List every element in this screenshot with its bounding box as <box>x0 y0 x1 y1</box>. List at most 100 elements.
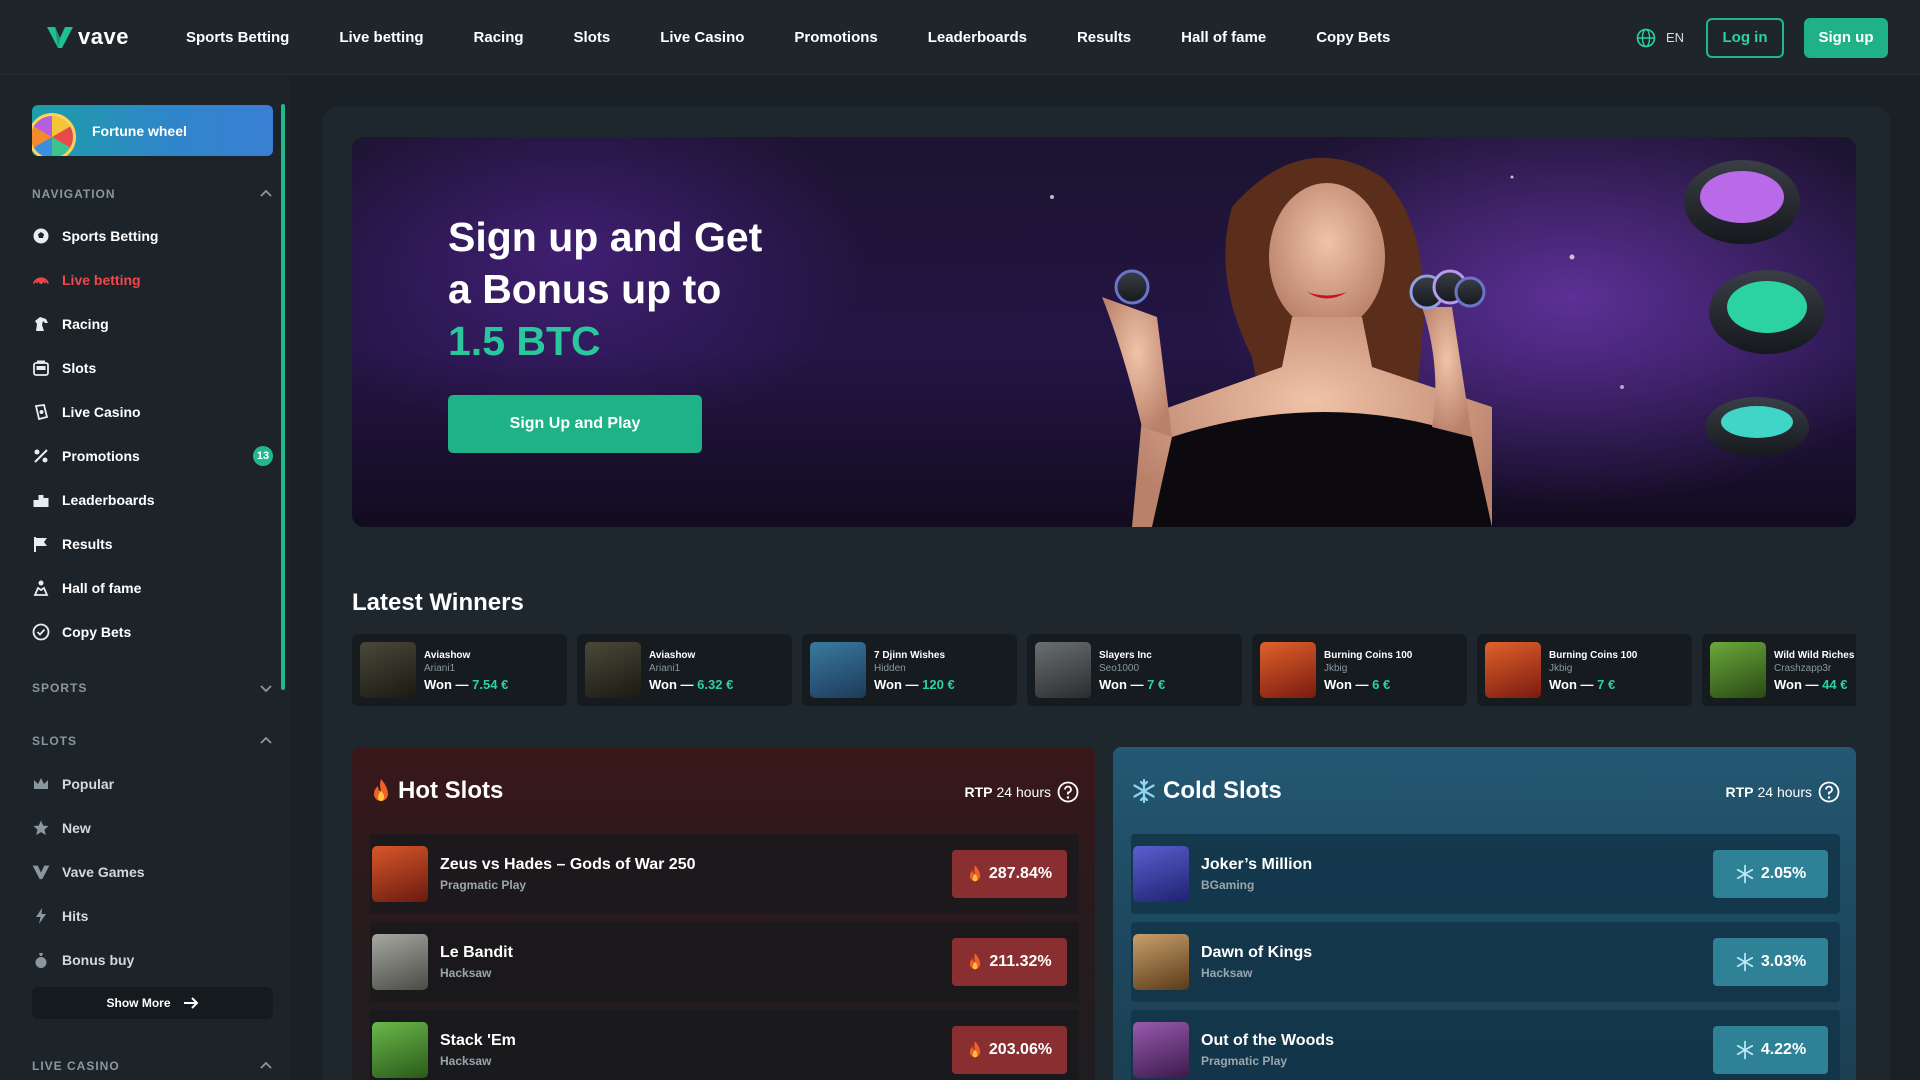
hot-rtp-badge[interactable]: 287.84% <box>952 850 1067 898</box>
winner-won-label: Won — <box>424 677 469 692</box>
cold-rtp-badge[interactable]: 3.03% <box>1713 938 1828 986</box>
sidebar-item-sports-betting[interactable]: Sports Betting <box>32 221 273 251</box>
topnav-promotions[interactable]: Promotions <box>794 29 877 46</box>
winner-game-name: Slayers Inc <box>1099 650 1152 661</box>
winner-card[interactable]: Aviashow Ariani1 Won — 6.32 € <box>577 634 792 706</box>
cold-slot-row[interactable]: Dawn of Kings Hacksaw 3.03% <box>1131 922 1840 1002</box>
slot-name: Le Bandit <box>440 944 513 961</box>
language-selector[interactable]: EN <box>1636 28 1684 48</box>
sidebar-item-racing[interactable]: Racing <box>32 309 273 339</box>
topnav-copy-bets[interactable]: Copy Bets <box>1316 29 1390 46</box>
winner-won-label: Won — <box>649 677 694 692</box>
sidebar-item-label: Promotions <box>62 448 140 464</box>
winner-game-name: 7 Djinn Wishes <box>874 650 946 661</box>
winner-card[interactable]: Slayers Inc Seo1000 Won — 7 € <box>1027 634 1242 706</box>
topnav-live-casino[interactable]: Live Casino <box>660 29 744 46</box>
winner-card[interactable]: Aviashow Ariani1 Won — 7.54 € <box>352 634 567 706</box>
sidebar-item-copy-bets[interactable]: Copy Bets <box>32 617 273 647</box>
navigation-section-header[interactable]: NAVIGATION <box>32 184 273 204</box>
sidebar-item-hall-of-fame[interactable]: Hall of fame <box>32 573 273 603</box>
show-more-label: Show More <box>106 996 171 1010</box>
hot-slots-panel: Hot Slots RTP 24 hours Zeus vs Hades – G… <box>352 747 1095 1080</box>
sidebar-item-vave-games[interactable]: Vave Games <box>32 857 273 887</box>
copy-check-icon <box>32 623 50 641</box>
brand-logo[interactable]: vave <box>46 24 146 50</box>
live-casino-section-header[interactable]: LIVE CASINO <box>32 1056 273 1076</box>
sidebar-item-label: Bonus buy <box>62 952 135 968</box>
sidebar-item-slots[interactable]: Slots <box>32 353 273 383</box>
topnav-leaderboards[interactable]: Leaderboards <box>928 29 1027 46</box>
topnav-live-betting[interactable]: Live betting <box>339 29 423 46</box>
login-button[interactable]: Log in <box>1706 17 1784 58</box>
language-code: EN <box>1665 30 1684 45</box>
rtp-value: 287.84% <box>988 865 1053 882</box>
topnav-sports-betting[interactable]: Sports Betting <box>186 29 289 46</box>
chip-icon <box>32 403 50 421</box>
fire-icon <box>970 953 981 970</box>
cold-rtp-badge[interactable]: 4.22% <box>1713 1026 1828 1074</box>
sidebar-item-new[interactable]: New <box>32 813 273 843</box>
winner-username: Jkbig <box>1549 663 1573 674</box>
sidebar-item-popular[interactable]: Popular <box>32 769 273 799</box>
rtp-value: 2.05% <box>1760 865 1807 882</box>
sidebar-item-label: New <box>62 820 91 836</box>
sidebar-item-label: Leaderboards <box>62 492 155 508</box>
sidebar-item-label: Live Casino <box>62 404 141 420</box>
winner-card[interactable]: Wild Wild Riches Crashzapp3r Won — 44 € <box>1702 634 1856 706</box>
gift-icon <box>32 447 50 465</box>
winner-amount: 6 € <box>1372 677 1391 692</box>
soccer-ball-icon <box>32 227 50 245</box>
hot-rtp-badge[interactable]: 211.32% <box>952 938 1067 986</box>
flag-icon <box>32 535 50 553</box>
rtp-label: RTP <box>1725 784 1754 800</box>
rtp-period: 24 hours <box>996 784 1051 800</box>
winner-card[interactable]: 7 Djinn Wishes Hidden Won — 120 € <box>802 634 1017 706</box>
signup-button[interactable]: Sign up <box>1804 17 1888 58</box>
cold-slot-row[interactable]: Joker’s Million BGaming 2.05% <box>1131 834 1840 914</box>
slot-provider: Hacksaw <box>1201 966 1253 980</box>
sidebar-item-leaderboards[interactable]: Leaderboards <box>32 485 273 515</box>
sidebar-item-bonus-buy[interactable]: Bonus buy <box>32 945 273 975</box>
slot-thumbnail <box>1133 934 1189 990</box>
crown-icon <box>32 775 50 793</box>
topnav-racing[interactable]: Racing <box>474 29 524 46</box>
hero-bonus-amount: 1.5 BTC <box>448 318 601 364</box>
winner-username: Hidden <box>874 663 906 674</box>
trophy-icon <box>32 579 50 597</box>
chevron-up-icon <box>260 736 272 744</box>
winner-card[interactable]: Burning Coins 100 Jkbig Won — 6 € <box>1252 634 1467 706</box>
topnav-results[interactable]: Results <box>1077 29 1131 46</box>
signup-and-play-button[interactable]: Sign Up and Play <box>448 395 702 453</box>
show-more-button[interactable]: Show More <box>32 987 273 1019</box>
sidebar-scrollbar[interactable] <box>281 104 285 690</box>
help-icon[interactable] <box>1057 781 1079 803</box>
hot-slot-row[interactable]: Zeus vs Hades – Gods of War 250 Pragmati… <box>370 834 1079 914</box>
winner-card[interactable]: Burning Coins 100 Jkbig Won — 7 € <box>1477 634 1692 706</box>
cold-slot-row[interactable]: Out of the Woods Pragmatic Play 4.22% <box>1131 1010 1840 1080</box>
topnav-slots[interactable]: Slots <box>574 29 611 46</box>
top-nav: Sports Betting Live betting Racing Slots… <box>186 0 1440 75</box>
sidebar-item-hits[interactable]: Hits <box>32 901 273 931</box>
cold-rtp-badge[interactable]: 2.05% <box>1713 850 1828 898</box>
sidebar-item-label: Live betting <box>62 272 141 288</box>
sidebar-item-live-betting[interactable]: Live betting <box>32 265 273 295</box>
sports-section-header[interactable]: SPORTS <box>32 678 273 698</box>
hot-slot-row[interactable]: Stack 'Em Hacksaw 203.06% <box>370 1010 1079 1080</box>
promotions-count-badge: 13 <box>253 446 273 466</box>
slots-section-header[interactable]: SLOTS <box>32 731 273 751</box>
help-icon[interactable] <box>1818 781 1840 803</box>
hot-rtp-badge[interactable]: 203.06% <box>952 1026 1067 1074</box>
sidebar-item-live-casino[interactable]: Live Casino <box>32 397 273 427</box>
sidebar-item-promotions[interactable]: Promotions 13 <box>32 441 273 471</box>
hero-headline-line1: Sign up and Get <box>448 214 763 260</box>
latest-winners-strip: Aviashow Ariani1 Won — 7.54 € Aviashow A… <box>352 634 1856 706</box>
sidebar-item-results[interactable]: Results <box>32 529 273 559</box>
slot-name: Zeus vs Hades – Gods of War 250 <box>440 856 696 873</box>
hot-slot-row[interactable]: Le Bandit Hacksaw 211.32% <box>370 922 1079 1002</box>
vave-logo-icon <box>47 27 73 48</box>
hot-slots-title: Hot Slots <box>370 777 503 805</box>
header-actions: EN Log in Sign up <box>1636 0 1888 75</box>
topnav-hall-of-fame[interactable]: Hall of fame <box>1181 29 1266 46</box>
fortune-wheel-banner[interactable]: Fortune wheel <box>32 105 273 156</box>
sidebar-item-label: Racing <box>62 316 109 332</box>
